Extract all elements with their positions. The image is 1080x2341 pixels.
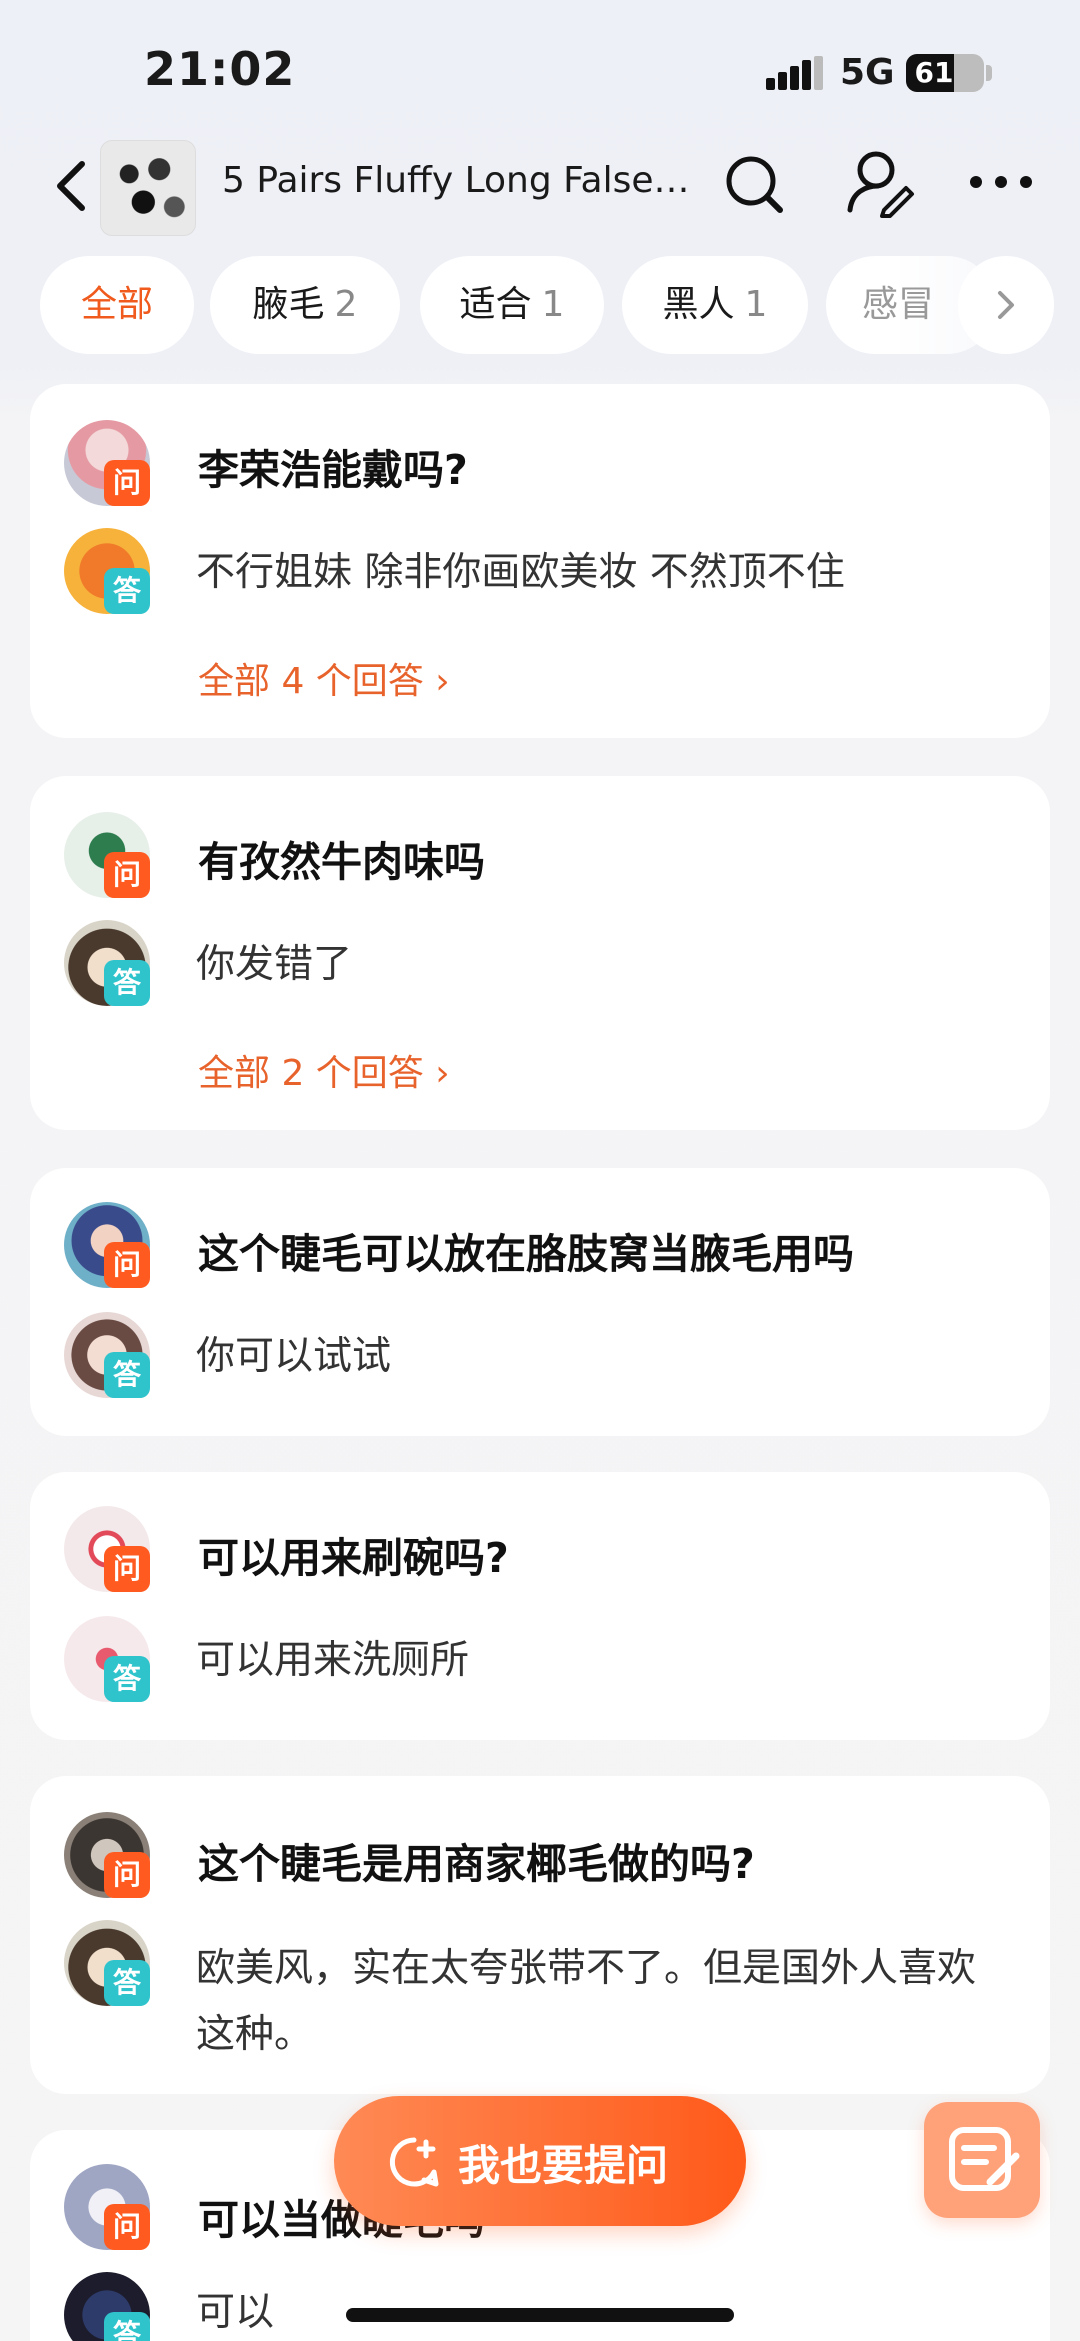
answer-text: 你可以试试: [196, 1334, 392, 1379]
answerer-avatar[interactable]: 答: [64, 1616, 150, 1702]
question-tag: 问: [104, 1546, 150, 1592]
chip-count: 1: [744, 284, 768, 325]
answerer-avatar[interactable]: 答: [64, 2272, 150, 2341]
asker-avatar[interactable]: 问: [64, 1202, 150, 1288]
my-questions-button[interactable]: [924, 2102, 1040, 2218]
product-title[interactable]: 5 Pairs Fluffy Long False Eyelashes: [222, 160, 692, 201]
answer-tag: 答: [104, 1352, 150, 1398]
ask-question-button[interactable]: 我也要提问: [334, 2096, 746, 2226]
question-text: 李荣浩能戴吗?: [198, 446, 468, 494]
network-type: 5G: [840, 52, 895, 93]
asker-avatar[interactable]: 问: [64, 1506, 150, 1592]
chevron-left-icon: [57, 161, 85, 211]
question-text: 这个睫毛是用商家椰毛做的吗?: [198, 1840, 755, 1888]
answer-tag: 答: [104, 960, 150, 1006]
chip-label: 适合: [459, 284, 532, 325]
chip-suitable[interactable]: 适合 1: [420, 256, 604, 354]
answer-text: 欧美风，实在太夸张带不了。但是国外人喜欢这种。: [196, 1946, 977, 2057]
answerer-avatar[interactable]: 答: [64, 1920, 150, 2006]
question-text: 有孜然牛肉味吗: [198, 838, 485, 886]
question-tag: 问: [104, 460, 150, 506]
signal-icon: [766, 56, 823, 90]
asker-avatar[interactable]: 问: [64, 2164, 150, 2250]
back-button[interactable]: [46, 154, 102, 218]
battery-percent: 61: [914, 56, 954, 89]
answerer-avatar[interactable]: 答: [64, 528, 150, 614]
more-dots-icon: [970, 176, 1032, 188]
question-tag: 问: [104, 1242, 150, 1288]
question-tag: 问: [104, 852, 150, 898]
asker-avatar[interactable]: 问: [64, 420, 150, 506]
answerer-avatar[interactable]: 答: [64, 920, 150, 1006]
question-text: 这个睫毛可以放在胳肢窝当腋毛用吗: [198, 1230, 854, 1278]
answerer-avatar[interactable]: 答: [64, 1312, 150, 1398]
home-indicator[interactable]: [346, 2308, 734, 2322]
chip-label: 全部: [80, 284, 153, 325]
asker-avatar[interactable]: 问: [64, 1812, 150, 1898]
chip-armpit-hair[interactable]: 腋毛 2: [210, 256, 400, 354]
search-icon: [726, 156, 783, 213]
chip-all[interactable]: 全部: [40, 256, 194, 354]
answer-text: 可以用来洗厕所: [196, 1638, 470, 1683]
battery-tip: [986, 65, 992, 81]
qa-card[interactable]: 问 这个睫毛可以放在胳肢窝当腋毛用吗 答 你可以试试: [30, 1168, 1050, 1436]
answer-tag: 答: [104, 2312, 150, 2341]
answer-text: 你发错了: [196, 942, 353, 987]
chips-next-button[interactable]: [958, 256, 1054, 354]
chip-count: 1: [541, 284, 565, 325]
qa-card[interactable]: 问 李荣浩能戴吗? 答 不行姐妹 除非你画欧美妆 不然顶不住 全部 4 个回答 …: [30, 384, 1050, 738]
qa-card[interactable]: 问 可以用来刷碗吗? 答 可以用来洗厕所: [30, 1472, 1050, 1740]
answer-tag: 答: [104, 1656, 150, 1702]
user-edit-icon: [847, 151, 914, 218]
qa-card[interactable]: 问 这个睫毛是用商家椰毛做的吗? 答 欧美风，实在太夸张带不了。但是国外人喜欢这…: [30, 1776, 1050, 2094]
search-button[interactable]: [720, 150, 790, 220]
more-button[interactable]: [966, 162, 1036, 202]
chip-label: 黑人: [662, 284, 735, 325]
all-answers-link[interactable]: 全部 4 个回答 ›: [198, 652, 450, 704]
all-answers-link[interactable]: 全部 2 个回答 ›: [198, 1044, 450, 1096]
status-time: 21:02: [144, 42, 296, 96]
question-tag: 问: [104, 2204, 150, 2250]
chevron-right-icon: [998, 291, 1014, 319]
header-bar: 5 Pairs Fluffy Long False Eyelashes: [0, 140, 1080, 236]
qa-card[interactable]: 问 有孜然牛肉味吗 答 你发错了 全部 2 个回答 ›: [30, 776, 1050, 1130]
answer-tag: 答: [104, 1960, 150, 2006]
question-tag: 问: [104, 1852, 150, 1898]
question-text: 可以用来刷碗吗?: [198, 1534, 509, 1582]
ask-button-label: 我也要提问: [458, 2141, 669, 2190]
asker-avatar[interactable]: 问: [64, 812, 150, 898]
answer-text: 不行姐妹 除非你画欧美妆 不然顶不住: [196, 550, 845, 595]
chip-label: 感冒: [862, 284, 935, 325]
answer-tag: 答: [104, 568, 150, 614]
add-question-icon: [389, 2137, 439, 2187]
user-edit-button[interactable]: [844, 146, 918, 220]
status-bar: 21:02 5G 61: [0, 0, 1080, 140]
filter-chip-row: 全部 腋毛 2 适合 1 黑人 1 感冒: [40, 256, 1060, 354]
product-thumbnail[interactable]: [100, 140, 196, 236]
chip-count: 2: [334, 284, 358, 325]
note-edit-icon: [949, 2127, 1020, 2191]
chip-label: 腋毛: [252, 284, 325, 325]
chip-black-people[interactable]: 黑人 1: [622, 256, 808, 354]
battery-icon: 61: [906, 54, 984, 92]
